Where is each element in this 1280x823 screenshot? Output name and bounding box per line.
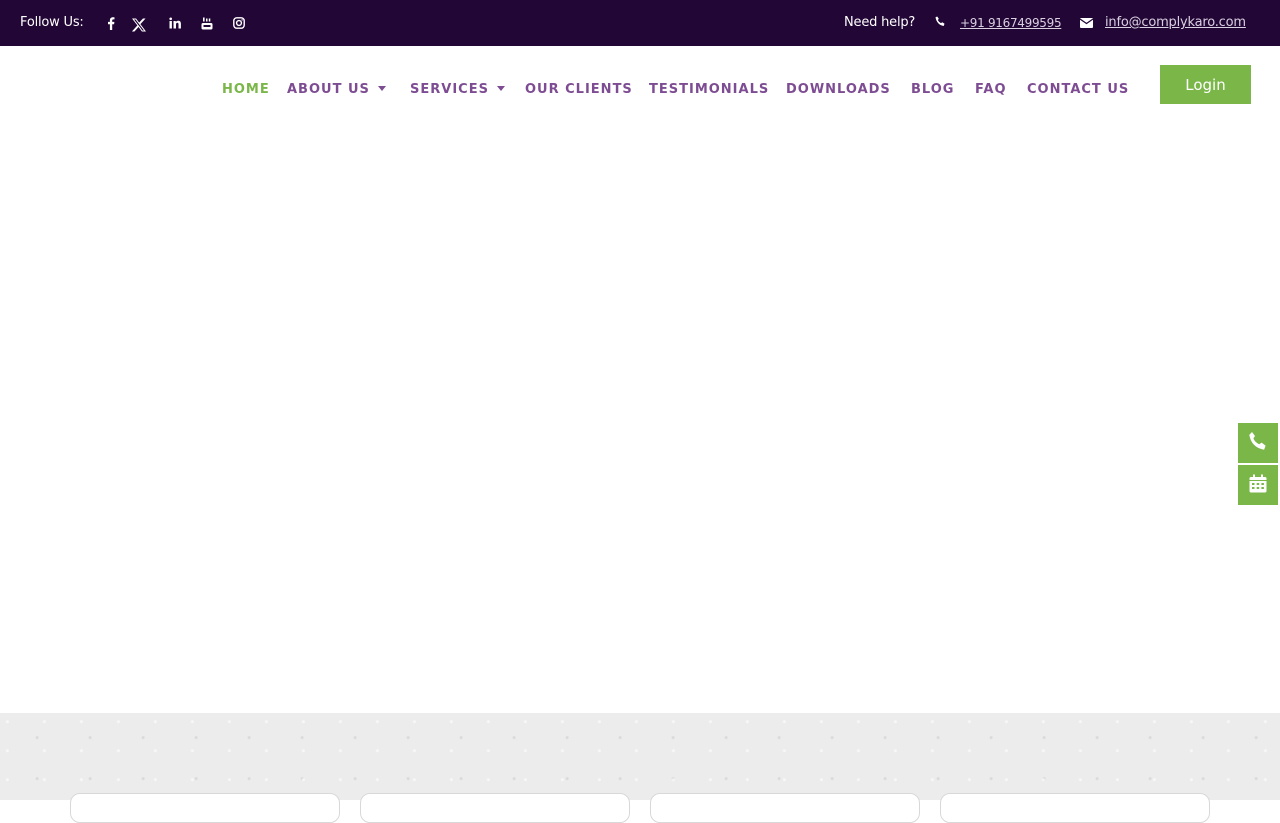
envelope-icon: [1079, 17, 1094, 32]
nav-about-us[interactable]: ABOUT US: [287, 82, 386, 97]
hero-section: [0, 130, 1280, 713]
login-button[interactable]: Login: [1160, 65, 1251, 104]
nav-services[interactable]: SERVICES: [410, 82, 505, 97]
top-bar: Follow Us: Need help? +91 9167499595 inf…: [0, 0, 1280, 46]
feature-card: [650, 793, 920, 823]
nav-contact-us[interactable]: CONTACT US: [1027, 82, 1129, 97]
feature-card: [360, 793, 630, 823]
facebook-icon[interactable]: [101, 13, 121, 33]
email-link[interactable]: info@complykaro.com: [1105, 15, 1246, 30]
caret-down-icon: [377, 86, 386, 91]
phone-link[interactable]: +91 9167499595: [960, 16, 1062, 30]
phone-icon: [1248, 431, 1268, 455]
nav-services-label: SERVICES: [410, 82, 489, 97]
need-help-label: Need help?: [844, 15, 916, 30]
nav-blog[interactable]: BLOG: [911, 82, 954, 97]
follow-us-label: Follow Us:: [20, 15, 84, 30]
feature-card: [70, 793, 340, 823]
calendar-icon: [1249, 474, 1267, 497]
youtube-icon[interactable]: [197, 13, 217, 33]
x-twitter-icon[interactable]: [129, 15, 149, 35]
nav-about-us-label: ABOUT US: [287, 82, 370, 97]
caret-down-icon: [496, 86, 505, 91]
features-section: [0, 713, 1280, 800]
linkedin-icon[interactable]: [165, 13, 185, 33]
call-float-button[interactable]: [1238, 423, 1278, 463]
nav-faq[interactable]: FAQ: [975, 82, 1007, 97]
instagram-icon[interactable]: [229, 13, 249, 33]
phone-icon: [935, 16, 946, 31]
nav-home[interactable]: HOME: [222, 82, 270, 97]
feature-card: [940, 793, 1210, 823]
schedule-float-button[interactable]: [1238, 465, 1278, 505]
nav-testimonials[interactable]: TESTIMONIALS: [649, 82, 769, 97]
nav-downloads[interactable]: DOWNLOADS: [786, 82, 891, 97]
main-navigation: HOME ABOUT US SERVICES OUR CLIENTS TESTI…: [0, 46, 1280, 130]
nav-our-clients[interactable]: OUR CLIENTS: [525, 82, 633, 97]
